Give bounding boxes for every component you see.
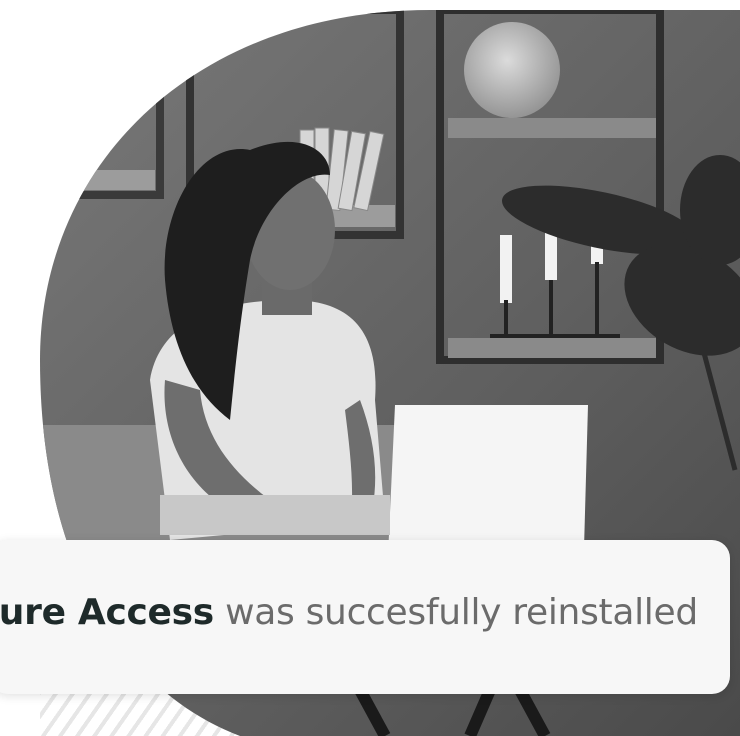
success-notification: Secure Access was succesfully reinstalle… bbox=[0, 540, 730, 694]
notification-text: Secure Access was succesfully reinstalle… bbox=[0, 592, 698, 633]
notification-message: was succesfully reinstalled bbox=[225, 592, 698, 633]
hero-stage: Secure Access was succesfully reinstalle… bbox=[0, 0, 740, 736]
notification-app-name: Secure Access bbox=[0, 592, 214, 633]
